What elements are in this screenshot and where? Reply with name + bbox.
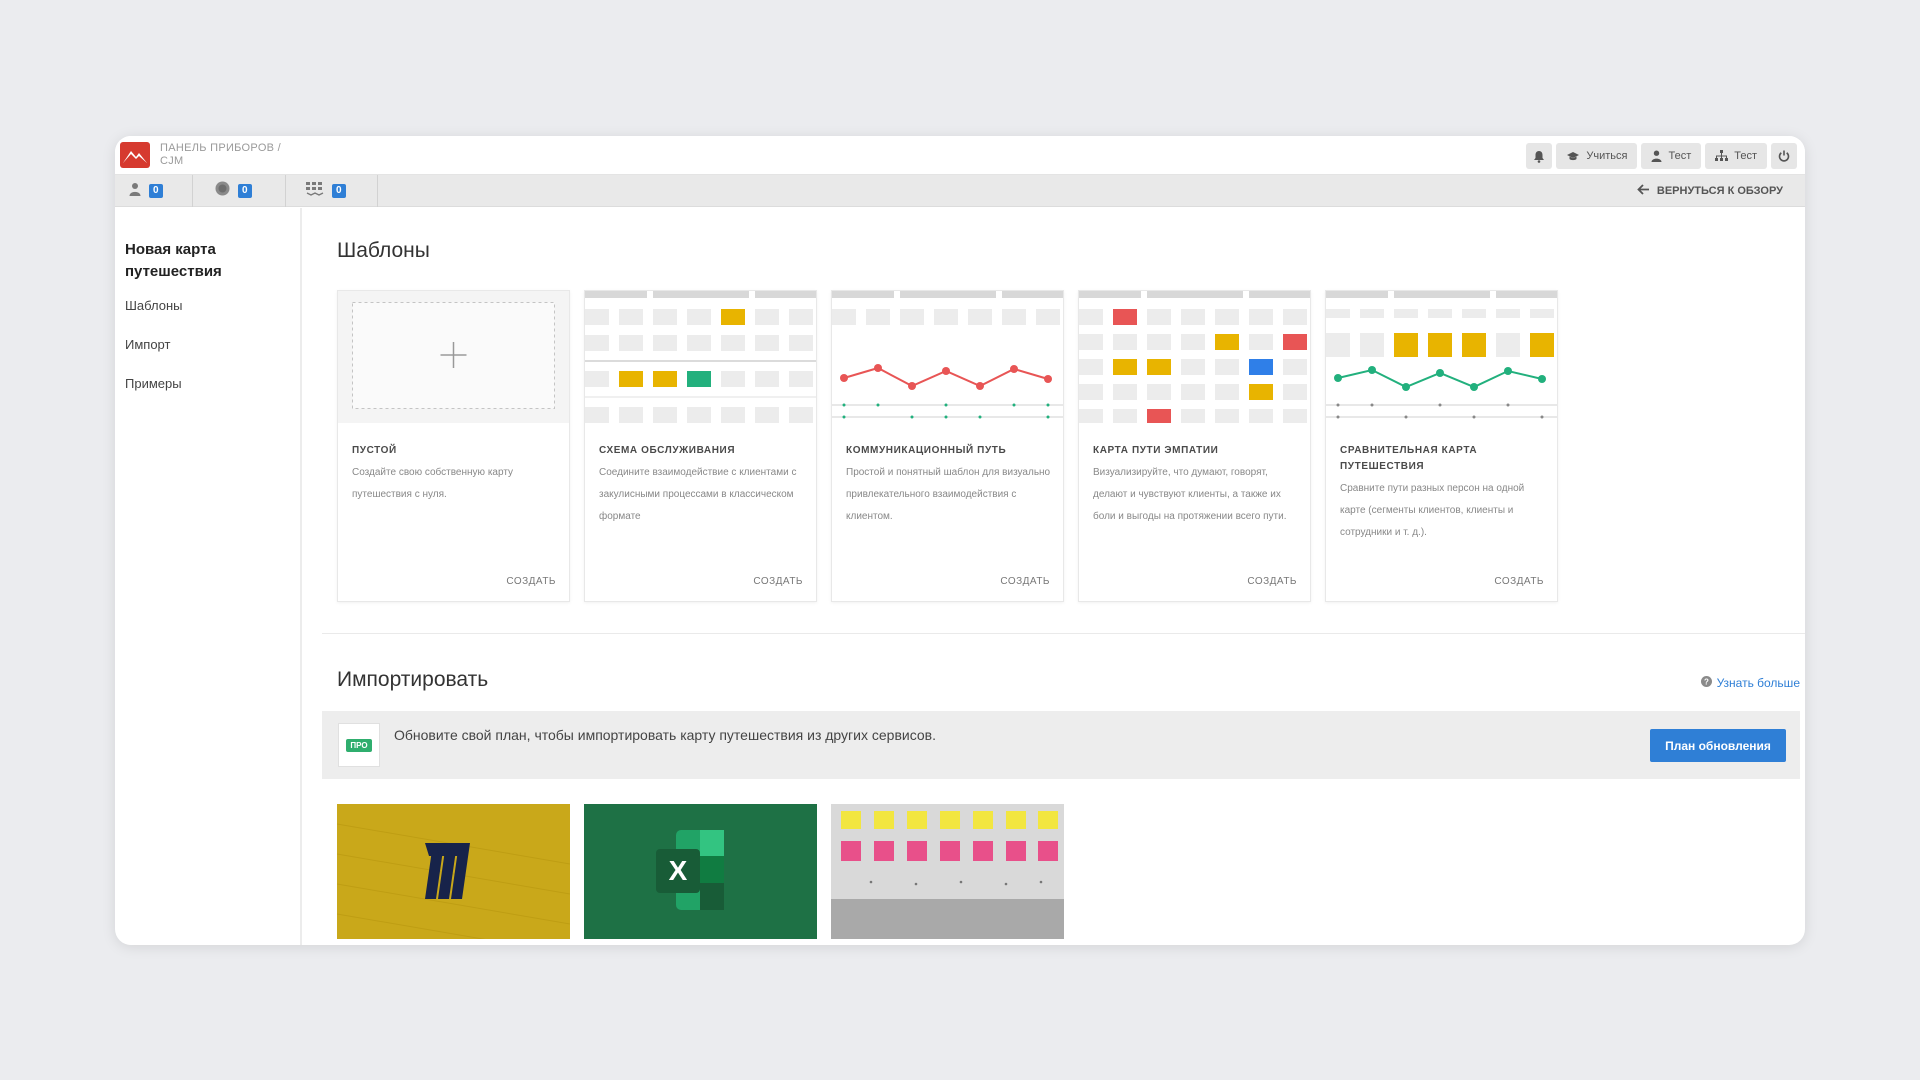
power-icon — [1778, 150, 1790, 162]
svg-text:X: X — [669, 855, 688, 886]
template-thumbnail — [1326, 291, 1557, 423]
template-card-empty[interactable]: ПУСТОЙ Создайте свою собственную карту п… — [337, 290, 570, 602]
bell-icon — [1533, 150, 1545, 163]
create-button[interactable]: СОЗДАТЬ — [1247, 576, 1297, 587]
breadcrumb-current: CJM — [160, 155, 184, 167]
import-source-miro[interactable] — [337, 804, 570, 939]
template-card-communication-path[interactable]: КОММУНИКАЦИОННЫЙ ПУТЬ Простой и понятный… — [831, 290, 1064, 602]
template-thumbnail — [338, 291, 569, 423]
template-title: СРАВНИТЕЛЬНАЯ КАРТА ПУТЕШЕСТВИЯ — [1340, 445, 1478, 472]
template-card-empathy-map[interactable]: КАРТА ПУТИ ЭМПАТИИ Визуализируйте, что д… — [1078, 290, 1311, 602]
sidebar-item-import[interactable]: Импорт — [125, 337, 170, 352]
app-window: ПАНЕЛЬ ПРИБОРОВ / CJM Учиться Тест Тест … — [115, 136, 1805, 945]
user-button[interactable]: Тест — [1641, 143, 1702, 169]
logo[interactable] — [120, 142, 150, 168]
sitemap-icon — [1715, 150, 1729, 162]
sidebar-item-examples[interactable]: Примеры — [125, 376, 182, 391]
template-title: ПУСТОЙ — [352, 445, 397, 456]
learn-more-link[interactable]: ? Узнать больше — [1700, 676, 1800, 690]
template-description: Простой и понятный шаблон для визуально … — [846, 467, 1051, 522]
persona-count: 0 — [149, 184, 163, 198]
template-thumbnail — [1079, 291, 1310, 423]
template-thumbnail — [832, 291, 1063, 423]
import-source-excel[interactable]: X — [584, 804, 817, 939]
template-description: Создайте свою собственную карту путешест… — [352, 467, 514, 500]
team-button[interactable]: Тест — [1705, 143, 1767, 169]
persona-counter[interactable]: 0 — [115, 175, 193, 207]
top-header: ПАНЕЛЬ ПРИБОРОВ / CJM Учиться Тест Тест — [115, 136, 1805, 175]
breadcrumb-dashboard[interactable]: ПАНЕЛЬ ПРИБОРОВ / — [160, 142, 281, 155]
import-source-sticky-notes[interactable] — [831, 804, 1064, 939]
template-card-service-blueprint[interactable]: СХЕМА ОБСЛУЖИВАНИЯ Соедините взаимодейст… — [584, 290, 817, 602]
sidebar-item-templates[interactable]: Шаблоны — [125, 298, 183, 313]
user-button-label: Тест — [1668, 150, 1692, 162]
circle-counter[interactable]: 0 — [193, 175, 286, 207]
sidebar-title: Новая карта путешествия — [125, 241, 222, 280]
breadcrumb[interactable]: ПАНЕЛЬ ПРИБОРОВ / CJM — [160, 142, 281, 168]
upgrade-message: Обновите свой план, чтобы импортировать … — [394, 727, 936, 743]
notifications-button[interactable] — [1526, 143, 1553, 169]
grid-icon — [306, 181, 324, 201]
grid-count: 0 — [332, 184, 346, 198]
logout-button[interactable] — [1771, 143, 1797, 169]
team-button-label: Тест — [1734, 150, 1757, 162]
pro-badge: ПРО — [338, 723, 380, 767]
template-description: Соедините взаимодействие с клиентами с з… — [599, 467, 797, 522]
back-to-overview-label: ВЕРНУТЬСЯ К ОБЗОРУ — [1656, 185, 1783, 197]
pro-badge-label: ПРО — [346, 738, 372, 752]
template-title: КОММУНИКАЦИОННЫЙ ПУТЬ — [846, 445, 1007, 456]
section-divider — [322, 633, 1805, 634]
counter-bar: 0 0 0 ВЕРНУТЬСЯ К ОБЗОРУ — [115, 175, 1805, 207]
templates-heading: Шаблоны — [337, 239, 430, 262]
learn-button[interactable]: Учиться — [1556, 143, 1638, 169]
sticky-notes-photo — [831, 804, 1064, 939]
grid-counter[interactable]: 0 — [286, 175, 378, 207]
upgrade-banner: ПРО Обновите свой план, чтобы импортиров… — [322, 711, 1800, 779]
create-button[interactable]: СОЗДАТЬ — [506, 576, 556, 587]
question-circle-icon: ? — [1700, 676, 1712, 690]
learn-more-label: Узнать больше — [1716, 676, 1800, 690]
template-title: КАРТА ПУТИ ЭМПАТИИ — [1093, 445, 1219, 456]
sidebar: Новая карта путешествия Шаблоны Импорт П… — [115, 208, 302, 945]
graduation-cap-icon — [1566, 151, 1580, 162]
template-description: Визуализируйте, что думают, говорят, дел… — [1093, 467, 1287, 522]
create-button[interactable]: СОЗДАТЬ — [753, 576, 803, 587]
template-thumbnail — [585, 291, 816, 423]
svg-text:?: ? — [1704, 678, 1709, 687]
upgrade-plan-button[interactable]: План обновления — [1650, 729, 1786, 762]
learn-button-label: Учиться — [1586, 150, 1628, 162]
create-button[interactable]: СОЗДАТЬ — [1000, 576, 1050, 587]
circle-count: 0 — [238, 184, 252, 198]
template-title: СХЕМА ОБСЛУЖИВАНИЯ — [599, 445, 736, 456]
user-icon — [1651, 150, 1662, 162]
miro-logo — [337, 804, 570, 939]
back-to-overview-link[interactable]: ВЕРНУТЬСЯ К ОБЗОРУ — [1637, 184, 1783, 198]
arrow-left-icon — [1637, 184, 1650, 198]
template-description: Сравните пути разных персон на одной кар… — [1340, 483, 1525, 538]
excel-logo: X — [584, 804, 817, 939]
persona-icon — [129, 182, 141, 201]
header-actions: Учиться Тест Тест — [1526, 143, 1797, 169]
create-button[interactable]: СОЗДАТЬ — [1494, 576, 1544, 587]
import-heading: Импортировать — [337, 668, 489, 691]
circle-icon — [215, 181, 230, 201]
template-card-comparative-map[interactable]: СРАВНИТЕЛЬНАЯ КАРТА ПУТЕШЕСТВИЯ Сравните… — [1325, 290, 1558, 602]
main-content: Шаблоны ПУСТОЙ Создайте свою собственную… — [322, 208, 1805, 945]
